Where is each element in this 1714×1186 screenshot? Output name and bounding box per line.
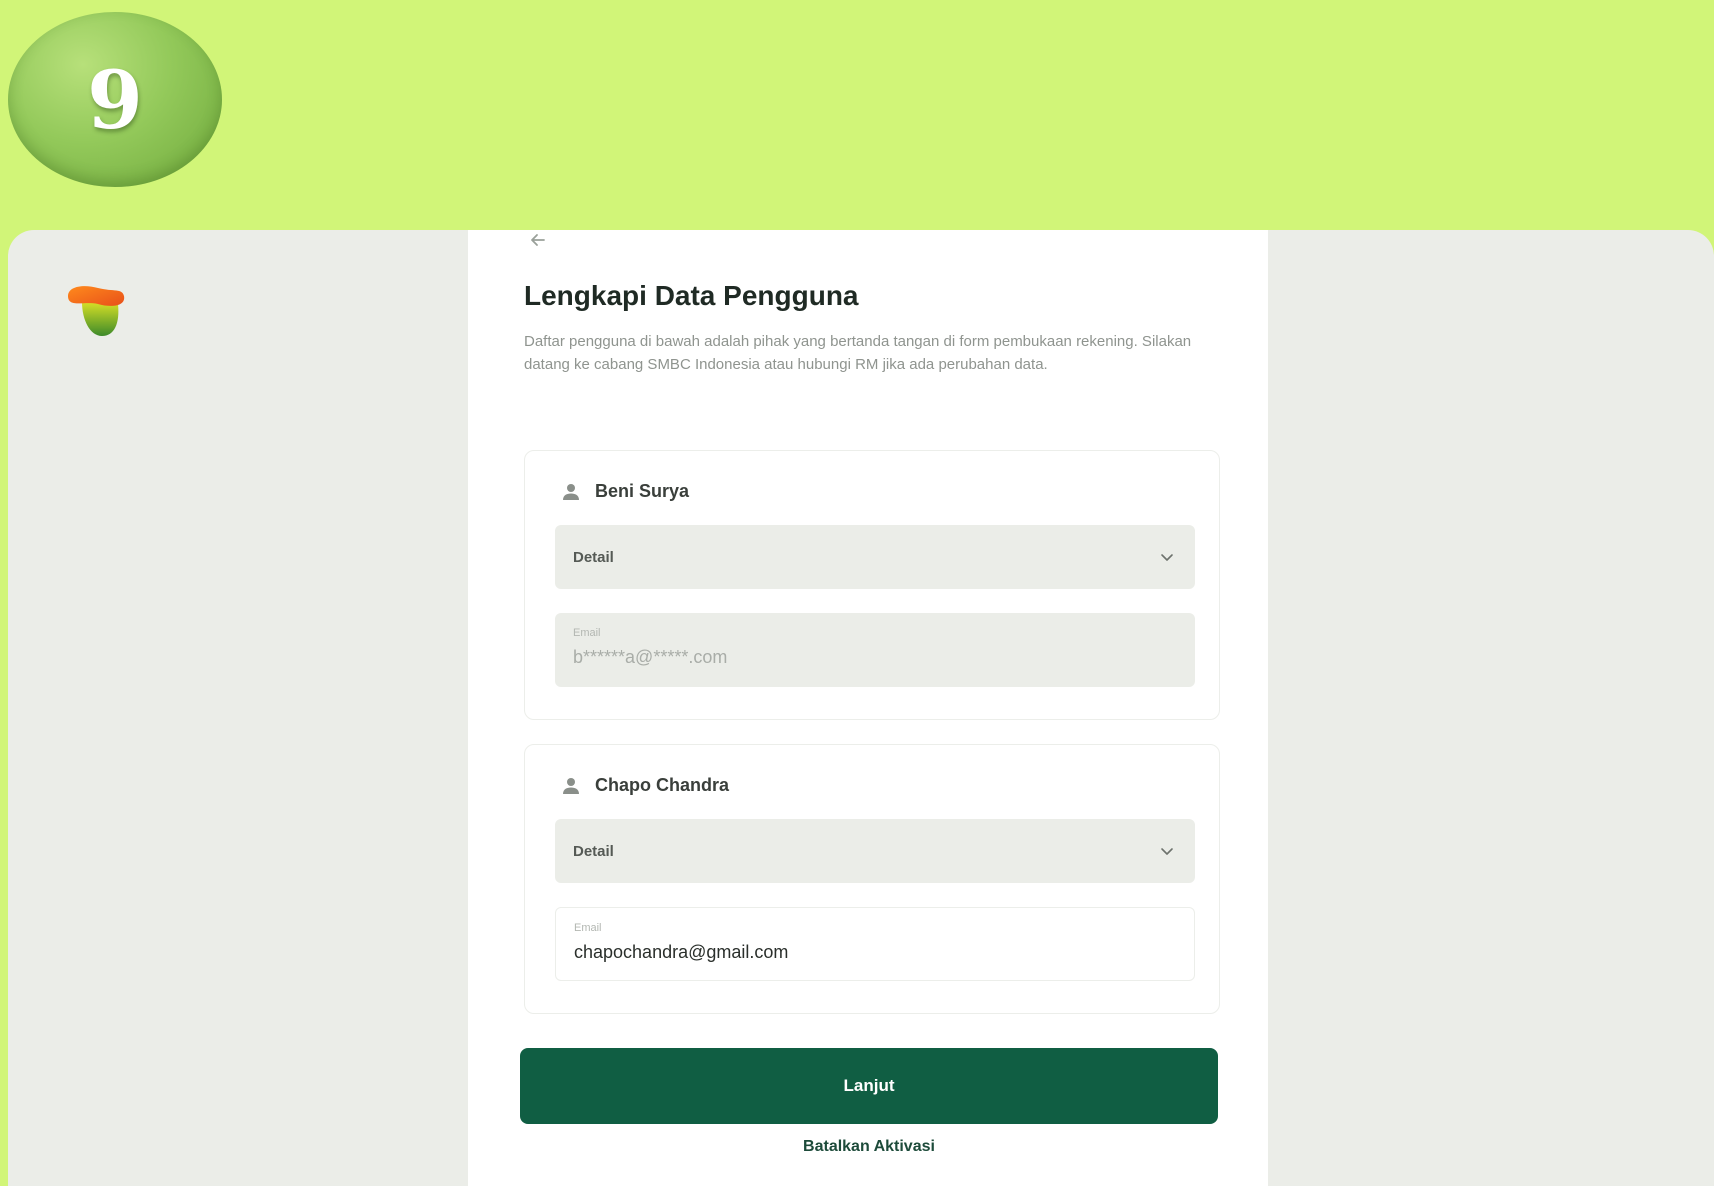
user-name: Chapo Chandra [595,775,730,795]
page-title: Lengkapi Data Pengguna [524,280,859,311]
step-number-badge: 9 [8,12,222,187]
person-icon [563,777,579,794]
arrow-left-icon [531,234,545,246]
chevron-down-icon [1161,554,1173,561]
app-screen: Lengkapi Data Pengguna Daftar pengguna d… [8,230,1714,1186]
email-label: Email [574,922,602,934]
email-label: Email [573,627,601,639]
email-value: b******a@*****.com [573,647,728,667]
chevron-down-icon [1161,848,1173,855]
step-number: 9 [87,52,143,147]
person-icon [563,483,579,500]
email-field: Email b******a@*****.com [555,613,1195,687]
form-panel: Lengkapi Data Pengguna Daftar pengguna d… [468,230,1268,1186]
user-card: Beni Surya Detail Email b******a@*****.c… [524,450,1220,720]
user-card: Chapo Chandra Detail Email chapochandra@… [524,744,1220,1014]
cancel-activation-link[interactable]: Batalkan Aktivasi [520,1138,1218,1166]
dropdown-label: Detail [573,842,614,860]
brand-logo [68,286,125,336]
user-name: Beni Surya [595,481,690,501]
continue-button[interactable]: Lanjut [520,1048,1218,1124]
user-header: Beni Surya [561,481,689,502]
back-button[interactable] [524,230,552,254]
email-input[interactable]: Email chapochandra@gmail.com [555,907,1195,981]
user-header: Chapo Chandra [561,775,729,796]
detail-dropdown[interactable]: Detail [555,525,1195,589]
detail-dropdown[interactable]: Detail [555,819,1195,883]
dropdown-label: Detail [573,548,614,566]
email-value[interactable]: chapochandra@gmail.com [574,942,1176,963]
page-description: Daftar pengguna di bawah adalah pihak ya… [524,333,1192,373]
